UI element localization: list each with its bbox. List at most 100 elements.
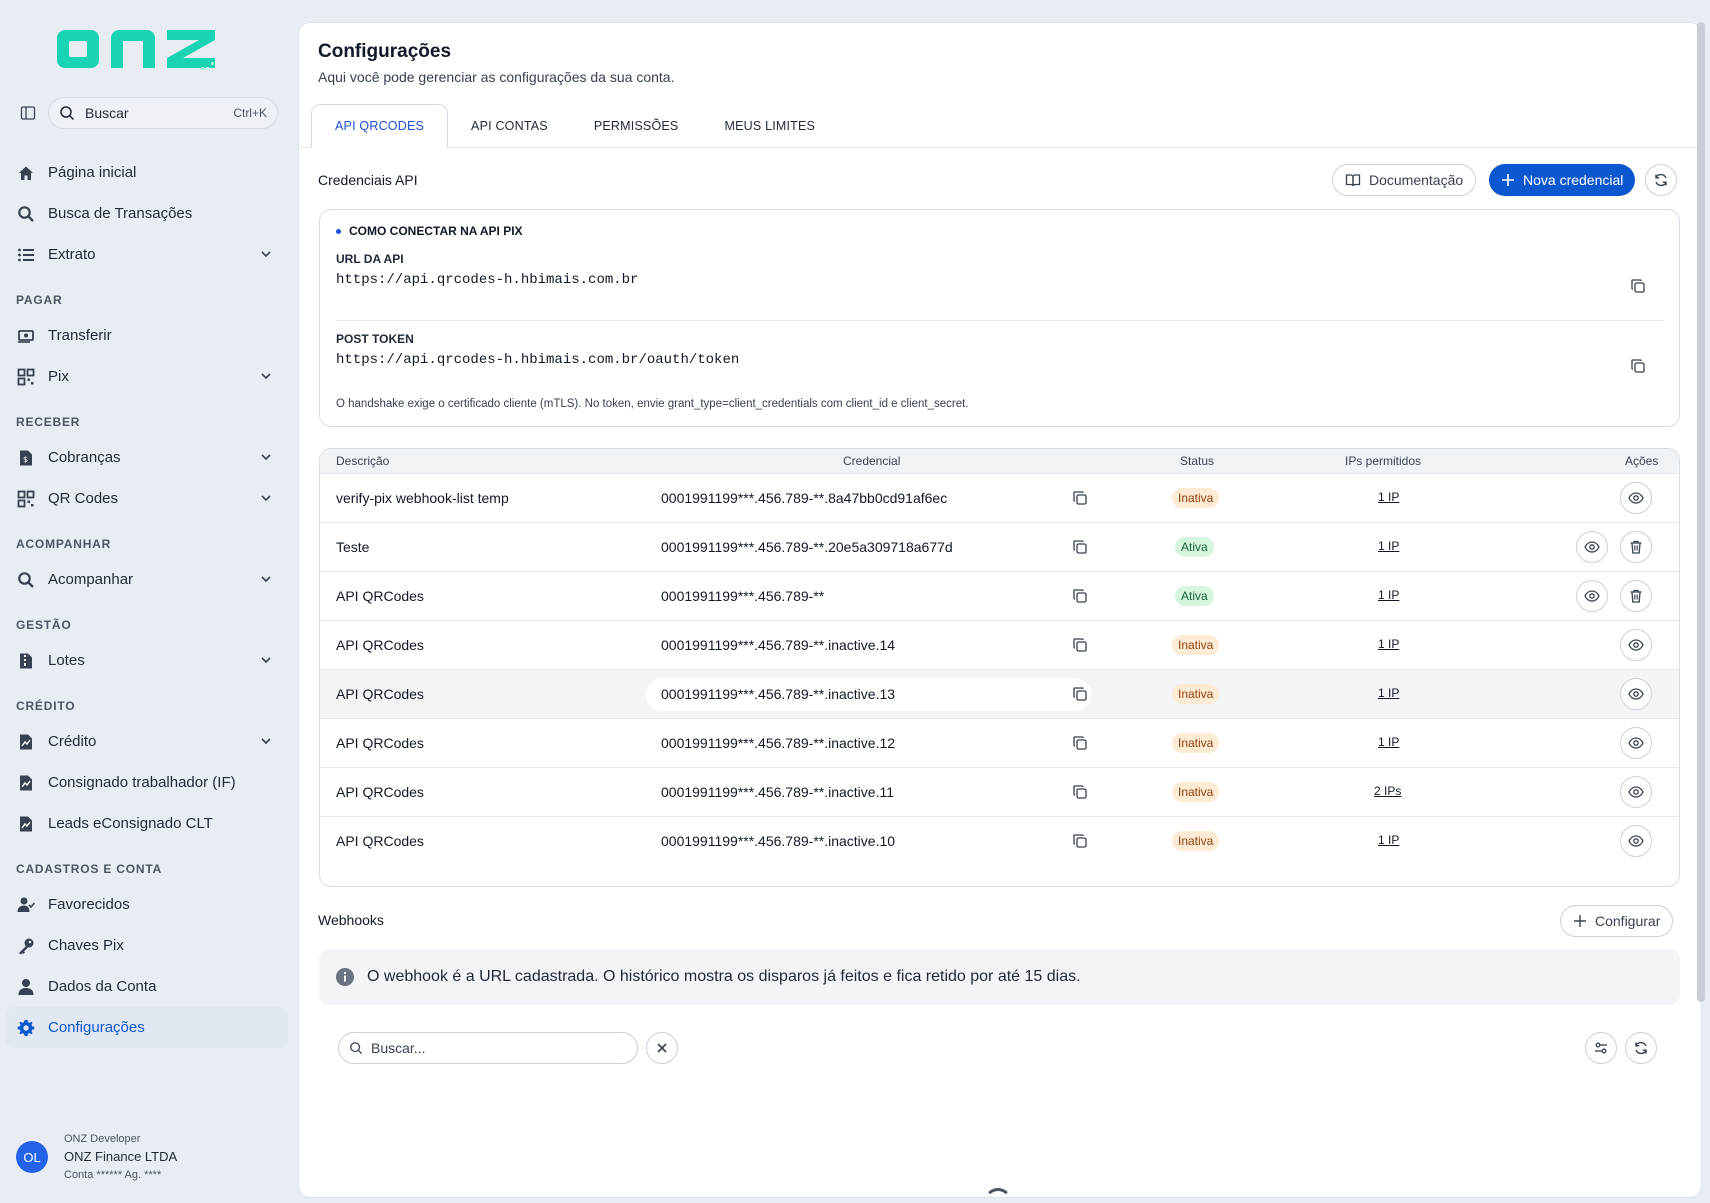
sidebar-item-busca[interactable]: Busca de Transações: [0, 193, 296, 234]
sidebar-item-consignado[interactable]: Consignado trabalhador (IF): [0, 762, 296, 803]
sidebar-item-acompanhar[interactable]: Acompanhar: [0, 559, 296, 600]
clear-search-button[interactable]: [646, 1032, 678, 1064]
plus-icon: [1573, 914, 1587, 928]
view-button[interactable]: [1576, 580, 1608, 612]
row-allowed-ips-link[interactable]: 1 IP: [1378, 833, 1399, 847]
page-scrollbar[interactable]: [1697, 22, 1705, 1002]
col-acoes: Ações: [1625, 454, 1659, 468]
sidebar-item-configuracoes[interactable]: Configurações: [6, 1007, 288, 1048]
table-row[interactable]: verify-pix webhook-list temp 0001991199**…: [320, 473, 1679, 522]
sidebar-item-home[interactable]: Página inicial: [0, 152, 296, 193]
row-allowed-ips-link[interactable]: 1 IP: [1378, 539, 1399, 553]
col-status: Status: [1180, 454, 1215, 468]
copy-icon[interactable]: [1072, 833, 1088, 849]
tab-api-contas[interactable]: API CONTAS: [448, 104, 571, 148]
sidebar-item-chaves[interactable]: Chaves Pix: [0, 925, 296, 966]
row-credential: 0001991199***.456.789-**.inactive.13: [661, 686, 896, 702]
filter-button[interactable]: [1585, 1032, 1617, 1064]
sidebar-item-qrcodes[interactable]: QR Codes: [0, 478, 296, 519]
url-label: URL DA API: [336, 252, 404, 266]
info-icon: [335, 967, 355, 987]
sidebar-item-cobrancas[interactable]: $ Cobranças: [0, 437, 296, 478]
eye-icon: [1628, 637, 1644, 653]
view-button[interactable]: [1576, 531, 1608, 563]
status-badge: Inativa: [1172, 635, 1220, 655]
onz-logo[interactable]: [55, 20, 237, 76]
sidebar-item-lotes[interactable]: Lotes: [0, 640, 296, 681]
copy-icon[interactable]: [1072, 784, 1088, 800]
page-title: Configurações: [318, 41, 452, 62]
status-badge: Ativa: [1175, 586, 1214, 606]
table-row[interactable]: API QRCodes 0001991199***.456.789-**.inac…: [320, 620, 1679, 669]
view-button[interactable]: [1620, 825, 1652, 857]
user-icon: [16, 977, 36, 997]
copy-icon[interactable]: [1072, 490, 1088, 506]
view-button[interactable]: [1620, 727, 1652, 759]
status-badge: Inativa: [1172, 684, 1220, 704]
sidebar-item-dados[interactable]: Dados da Conta: [0, 966, 296, 1007]
copy-icon[interactable]: [1072, 686, 1088, 702]
configure-webhook-button[interactable]: Configurar: [1560, 905, 1674, 937]
table-row[interactable]: API QRCodes 0001991199***.456.789-** Ativa…: [320, 571, 1679, 620]
row-allowed-ips-link[interactable]: 1 IP: [1378, 637, 1399, 651]
chevron-down-icon: [261, 657, 271, 664]
webhook-search-input[interactable]: Buscar...: [338, 1032, 638, 1064]
row-description: API QRCodes: [336, 637, 424, 653]
chevron-down-icon: [261, 738, 271, 745]
eye-icon: [1628, 686, 1644, 702]
new-credential-label: Nova credencial: [1523, 172, 1624, 188]
row-allowed-ips-link[interactable]: 1 IP: [1378, 735, 1399, 749]
view-button[interactable]: [1620, 482, 1652, 514]
table-row[interactable]: API QRCodes 0001991199***.456.789-**.inac…: [320, 816, 1679, 865]
sidebar-item-favorecidos[interactable]: Favorecidos: [0, 884, 296, 925]
table-row[interactable]: API QRCodes 0001991199***.456.789-**.inac…: [320, 718, 1679, 767]
nav-section-acompanhar: ACOMPANHAR: [16, 537, 112, 551]
sidebar-item-transferir[interactable]: Transferir: [0, 315, 296, 356]
tab-permissoes[interactable]: PERMISSÕES: [571, 104, 702, 148]
new-credential-button[interactable]: Nova credencial: [1489, 164, 1636, 196]
sidebar-search[interactable]: Buscar Ctrl+K: [48, 97, 278, 129]
sidebar-item-leads[interactable]: Leads eConsignado CLT: [0, 803, 296, 844]
sidebar-item-extrato[interactable]: Extrato: [0, 234, 296, 275]
table-row[interactable]: API QRCodes 0001991199***.456.789-**.inac…: [320, 669, 1679, 718]
row-allowed-ips-link[interactable]: 2 IPs: [1374, 784, 1401, 798]
key-icon: [16, 936, 36, 956]
eye-icon: [1628, 490, 1644, 506]
row-allowed-ips-link[interactable]: 1 IP: [1378, 490, 1399, 504]
svg-text:$: $: [23, 455, 28, 464]
page-subtitle: Aqui você pode gerenciar as configuraçõe…: [318, 69, 675, 85]
table-row[interactable]: API QRCodes 0001991199***.456.789-**.inac…: [320, 767, 1679, 816]
row-allowed-ips-link[interactable]: 1 IP: [1378, 588, 1399, 602]
row-credential: 0001991199***.456.789-**.20e5a309718a677…: [661, 539, 953, 555]
sidebar-item-credito[interactable]: Crédito: [0, 721, 296, 762]
sidebar-toggle-icon[interactable]: [14, 99, 42, 127]
tab-api-qrcodes[interactable]: API QRCODES: [311, 104, 449, 148]
chevron-down-icon: [261, 373, 271, 380]
table-row[interactable]: Teste 0001991199***.456.789-**.20e5a30971…: [320, 522, 1679, 571]
close-icon: [657, 1043, 667, 1053]
view-button[interactable]: [1620, 629, 1652, 661]
copy-icon[interactable]: [1072, 735, 1088, 751]
delete-button[interactable]: [1620, 580, 1652, 612]
user-card[interactable]: OL ONZ Developer ONZ Finance LTDA Conta …: [14, 1128, 284, 1188]
tab-meus-limites[interactable]: MEUS LIMITES: [701, 104, 838, 148]
delete-button[interactable]: [1620, 531, 1652, 563]
copy-icon[interactable]: [1630, 358, 1646, 374]
connect-card: COMO CONECTAR NA API PIX URL DA API http…: [319, 209, 1680, 427]
copy-icon[interactable]: [1072, 637, 1088, 653]
view-button[interactable]: [1620, 678, 1652, 710]
copy-icon[interactable]: [1072, 588, 1088, 604]
copy-icon[interactable]: [1072, 539, 1088, 555]
refresh-webhooks-button[interactable]: [1625, 1032, 1657, 1064]
user-company: ONZ Finance LTDA: [64, 1149, 178, 1164]
file-chart-icon: [16, 773, 36, 793]
token-label: POST TOKEN: [336, 332, 414, 346]
copy-icon[interactable]: [1630, 278, 1646, 294]
sidebar-item-pix[interactable]: Pix: [0, 356, 296, 397]
documentation-button[interactable]: Documentação: [1332, 164, 1477, 196]
row-description: API QRCodes: [336, 686, 424, 702]
refresh-credentials-button[interactable]: [1645, 164, 1677, 196]
view-button[interactable]: [1620, 776, 1652, 808]
webhook-info-text: O webhook é a URL cadastrada. O históric…: [367, 968, 1081, 985]
row-allowed-ips-link[interactable]: 1 IP: [1378, 686, 1399, 700]
